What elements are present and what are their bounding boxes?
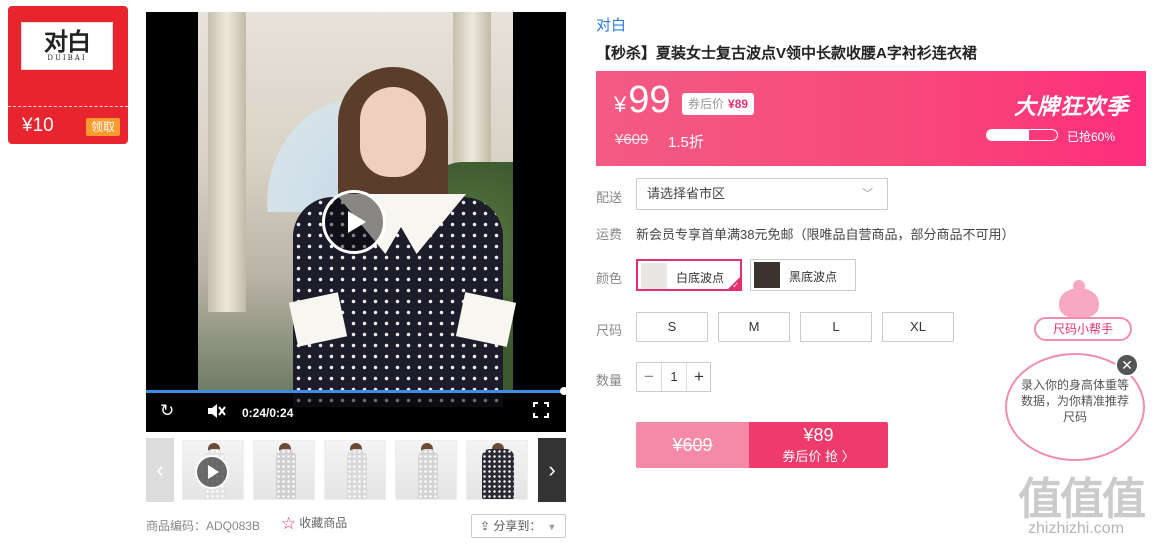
after-coupon-price: ¥89: [728, 97, 749, 111]
video-player[interactable]: ↻ 0:24/0:24: [146, 12, 566, 432]
size-helper-button[interactable]: 尺码小帮手: [1034, 317, 1132, 341]
brand-logo-sub: DUIBAI: [47, 54, 87, 62]
sale-price: ¥99: [614, 79, 671, 122]
thumb-next-button[interactable]: ›: [538, 438, 566, 502]
video-time: 0:24/0:24: [242, 406, 294, 420]
share-label: 分享到：: [493, 519, 542, 533]
background-column: [208, 12, 246, 312]
product-title: 【秒杀】夏装女士复古波点V领中长款收腰A字衬衫连衣裙: [596, 45, 977, 62]
color-option-label: 黑底波点: [789, 270, 838, 284]
mascot-icon: [1059, 280, 1099, 318]
size-label: 尺码: [596, 323, 623, 338]
buy-action-label: 券后价 抢 〉: [782, 449, 855, 464]
buy-button-group: ¥609 ¥89 券后价 抢 〉: [636, 422, 888, 468]
thumbnail-strip: ‹ ›: [146, 438, 566, 502]
thumb-prev-button[interactable]: ‹: [146, 438, 174, 502]
replay-icon[interactable]: ↻: [160, 401, 174, 421]
video-progress-bar[interactable]: [146, 390, 566, 393]
brand-logo-text: 对白: [44, 27, 91, 56]
coupon-card[interactable]: 对白 DUIBAI ¥10 领取: [8, 6, 128, 144]
original-price: ¥609: [615, 131, 649, 148]
mute-icon[interactable]: [206, 402, 226, 425]
star-icon: ☆: [281, 514, 297, 533]
model-face: [360, 87, 426, 177]
discount-rate: 1.5折: [668, 134, 704, 151]
watermark-logo: 值值值: [1018, 475, 1146, 524]
region-select[interactable]: 请选择省市区 ﹀: [636, 178, 888, 210]
price-banner: ¥99 券后价 ¥89 ¥609 1.5折 大牌狂欢季 已抢60%: [596, 71, 1146, 166]
thumb-play-icon: [195, 455, 229, 489]
thumbnail[interactable]: [253, 440, 315, 500]
color-option-white-dot[interactable]: 白底波点 ✓: [636, 259, 742, 291]
color-swatch: [641, 263, 667, 289]
size-option-s[interactable]: S: [636, 312, 708, 342]
buy-original-price: ¥609: [636, 422, 749, 468]
quantity-stepper: − 1 +: [636, 362, 711, 392]
quantity-plus-button[interactable]: +: [687, 363, 711, 391]
sold-progress-fill: [987, 130, 1029, 140]
thumbnail[interactable]: [466, 440, 528, 500]
delivery-label: 配送: [596, 190, 623, 205]
share-button[interactable]: ⇪ 分享到： ▼: [471, 514, 566, 538]
sale-price-value: 99: [628, 79, 671, 121]
close-icon[interactable]: ✕: [1115, 353, 1139, 377]
watermark-url: zhizhizhi.com: [1028, 520, 1125, 537]
buy-now-button[interactable]: ¥89 券后价 抢 〉: [749, 422, 888, 468]
play-icon[interactable]: [322, 190, 386, 254]
favorite-label: 收藏商品: [299, 516, 348, 530]
color-swatch: [754, 262, 780, 288]
shipping-label: 运费: [596, 227, 623, 242]
region-select-value: 请选择省市区: [647, 186, 726, 201]
chevron-down-icon: ﹀: [862, 188, 873, 200]
thumbnail[interactable]: [182, 440, 244, 500]
color-option-black-dot[interactable]: 黑底波点: [750, 259, 856, 291]
promo-slogan: 大牌狂欢季: [1014, 94, 1130, 119]
thumbnail[interactable]: [324, 440, 386, 500]
color-option-label: 白底波点: [676, 271, 725, 285]
buy-price: ¥89: [803, 425, 834, 445]
video-progress-handle[interactable]: [560, 387, 566, 395]
coupon-divider: [8, 106, 128, 107]
fullscreen-icon[interactable]: [533, 402, 549, 423]
check-icon: ✓: [732, 281, 739, 290]
size-option-xl[interactable]: XL: [882, 312, 954, 342]
color-label: 颜色: [596, 271, 623, 286]
sold-progress-bar: [986, 129, 1058, 141]
favorite-button[interactable]: ☆ 收藏商品: [281, 514, 347, 534]
shipping-text: 新会员专享首单满38元免邮（限唯品自营商品，部分商品不可用）: [636, 227, 1015, 242]
thumb-figure: [418, 449, 438, 499]
thumb-figure: [482, 449, 514, 499]
after-coupon-tag: 券后价 ¥89: [682, 93, 755, 115]
product-code: 商品编码：ADQ083B: [146, 519, 261, 533]
quantity-minus-button[interactable]: −: [637, 363, 661, 391]
coupon-amount: ¥10: [22, 115, 54, 136]
brand-link[interactable]: 对白: [596, 14, 626, 35]
thumb-figure: [347, 449, 367, 499]
coupon-claim-button[interactable]: 领取: [86, 118, 120, 136]
sold-progress-text: 已抢60%: [1067, 130, 1116, 144]
brand-logo: 对白 DUIBAI: [21, 22, 113, 70]
share-icon: ⇪: [480, 519, 491, 533]
size-option-l[interactable]: L: [800, 312, 872, 342]
size-option-m[interactable]: M: [718, 312, 790, 342]
currency-symbol: ¥: [614, 92, 627, 117]
after-coupon-label: 券后价: [688, 97, 725, 111]
caret-down-icon: ▼: [547, 522, 557, 532]
thumbnail[interactable]: [395, 440, 457, 500]
quantity-value[interactable]: 1: [661, 363, 687, 391]
thumb-figure: [276, 449, 296, 499]
quantity-label: 数量: [596, 373, 623, 388]
